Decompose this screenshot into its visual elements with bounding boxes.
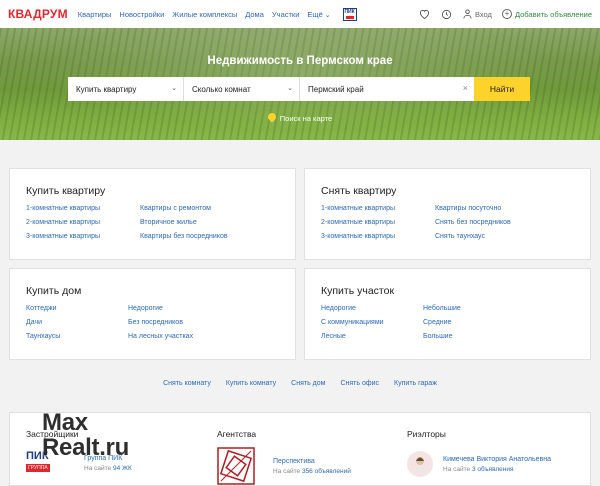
person-icon (413, 457, 427, 473)
plus-icon: + (501, 9, 512, 19)
card-link[interactable]: Большие (423, 333, 461, 341)
heart-icon[interactable] (419, 8, 431, 20)
header-actions: Вход + Добавить объявление (419, 0, 592, 28)
developer-count: На сайте 94 ЖК (84, 464, 132, 472)
card-link[interactable]: 1-комнатные квартиры (321, 205, 395, 213)
link-column: Недорогие С коммуникациями Лесные (321, 305, 384, 341)
avatar (407, 451, 433, 477)
card-title[interactable]: Снять квартиру (321, 185, 396, 197)
link-column: 1-комнатные квартиры 2-комнатные квартир… (26, 205, 100, 241)
agency-item[interactable]: Перспектива На сайте 356 объявлений (217, 447, 351, 485)
link-column: Недорогие Без посредников На лесных учас… (128, 305, 193, 341)
card-link[interactable]: 3-комнатные квартиры (26, 233, 100, 241)
card-buy-plot: Купить участок Недорогие С коммуникациям… (304, 268, 591, 360)
quick-links: Снять комнату Купить комнату Снять дом С… (0, 380, 600, 387)
user-icon (463, 9, 472, 19)
card-link[interactable]: Снять без посредников (435, 219, 511, 227)
quick-link-rent-house[interactable]: Снять дом (291, 380, 325, 387)
realtor-name[interactable]: Кимечева Виктория Анатольевна (443, 456, 551, 463)
nav-houses[interactable]: Дома (245, 10, 264, 19)
link-column: Квартиры посуточно Снять без посредников… (435, 205, 511, 241)
nav-plots[interactable]: Участки (272, 10, 300, 19)
nav-complexes[interactable]: Жилые комплексы (172, 10, 237, 19)
card-link[interactable]: Недорогие (128, 305, 193, 313)
agencies-column: Агентства Перспектива На сайте 356 объяв… (217, 429, 351, 485)
section-title[interactable]: Агентства (217, 429, 351, 439)
perspektiva-logo (217, 447, 255, 485)
login-label: Вход (474, 9, 492, 19)
nav-new-buildings[interactable]: Новостройки (119, 10, 164, 19)
card-title[interactable]: Купить квартиру (26, 185, 105, 197)
nav-more[interactable]: Ещё (307, 10, 330, 19)
watermark: Max Realt.ru (42, 409, 129, 461)
history-icon[interactable] (441, 8, 453, 20)
search-bar: Купить квартиру ⌄ Сколько комнат ⌄ Пермс… (68, 77, 530, 101)
link-column: 1-комнатные квартиры 2-комнатные квартир… (321, 205, 395, 241)
link-column: Квартиры с ремонтом Вторичное жилье Квар… (140, 205, 228, 241)
map-search-link[interactable]: Поиск на карте (0, 113, 600, 123)
agency-name[interactable]: Перспектива (273, 458, 351, 465)
nav-flats[interactable]: Квартиры (78, 10, 112, 19)
card-link[interactable]: Коттеджи (26, 305, 60, 313)
card-link[interactable]: Квартиры с ремонтом (140, 205, 228, 213)
card-rent-flat: Снять квартиру 1-комнатные квартиры 2-ко… (304, 168, 591, 260)
card-link[interactable]: Вторичное жилье (140, 219, 228, 227)
rooms-select[interactable]: Сколько комнат ⌄ (184, 77, 300, 101)
card-link[interactable]: Средние (423, 319, 461, 327)
section-title[interactable]: Риэлторы (407, 429, 551, 439)
card-link[interactable]: На лесных участках (128, 333, 193, 341)
card-title[interactable]: Купить участок (321, 285, 394, 297)
card-link[interactable]: Небольшие (423, 305, 461, 313)
header: КВАДРУМ Квартиры Новостройки Жилые компл… (0, 0, 600, 28)
login-button[interactable]: Вход (463, 9, 492, 19)
clear-icon[interactable]: × (463, 83, 468, 93)
agency-count: На сайте 356 объявлений (273, 467, 351, 475)
location-input[interactable]: Пермский край × (300, 77, 474, 101)
card-link[interactable]: 1-комнатные квартиры (26, 205, 100, 213)
quick-link-rent-office[interactable]: Снять офис (340, 380, 379, 387)
realtor-count: На сайте 3 объявления (443, 465, 514, 473)
chevron-down-icon: ⌄ (287, 85, 293, 92)
card-link[interactable]: Таунхаусы (26, 333, 60, 341)
card-link[interactable]: Без посредников (128, 319, 193, 327)
card-buy-flat: Купить квартиру 1-комнатные квартиры 2-к… (9, 168, 296, 260)
link-column: Коттеджи Дачи Таунхаусы (26, 305, 60, 341)
site-logo[interactable]: КВАДРУМ (8, 7, 68, 21)
card-link[interactable]: 2-комнатные квартиры (26, 219, 100, 227)
quick-link-rent-room[interactable]: Снять комнату (163, 380, 211, 387)
card-link[interactable]: Квартиры без посредников (140, 233, 228, 241)
card-link[interactable]: С коммуникациями (321, 319, 384, 327)
chevron-down-icon: ⌄ (171, 85, 177, 92)
card-link[interactable]: Дачи (26, 319, 60, 327)
link-column: Небольшие Средние Большие (423, 305, 461, 341)
quick-link-buy-garage[interactable]: Купить гараж (394, 380, 437, 387)
card-link[interactable]: Снять таунхаус (435, 233, 511, 241)
quick-link-buy-room[interactable]: Купить комнату (226, 380, 276, 387)
card-link[interactable]: Недорогие (321, 305, 384, 313)
main-nav: Квартиры Новостройки Жилые комплексы Дом… (78, 7, 357, 21)
card-link[interactable]: Квартиры посуточно (435, 205, 511, 213)
card-link[interactable]: 2-комнатные квартиры (321, 219, 395, 227)
card-link[interactable]: Лесные (321, 333, 384, 341)
card-buy-house: Купить дом Коттеджи Дачи Таунхаусы Недор… (9, 268, 296, 360)
realtor-item[interactable]: Кимечева Виктория Анатольевна На сайте 3… (407, 451, 551, 477)
card-title[interactable]: Купить дом (26, 285, 81, 297)
hero-banner: Недвижимость в Пермском крае Купить квар… (0, 28, 600, 140)
add-ad-label: Добавить объявление (514, 9, 592, 19)
add-ad-button[interactable]: + Добавить объявление (501, 9, 592, 19)
hero-title: Недвижимость в Пермском крае (207, 55, 393, 67)
pik-badge-icon[interactable]: ПИК (342, 7, 357, 21)
card-link[interactable]: 3-комнатные квартиры (321, 233, 395, 241)
find-button[interactable]: Найти (474, 77, 530, 101)
map-pin-icon (268, 113, 276, 123)
realtors-column: Риэлторы Кимечева Виктория Анатольевна Н… (407, 429, 551, 477)
deal-type-select[interactable]: Купить квартиру ⌄ (68, 77, 184, 101)
